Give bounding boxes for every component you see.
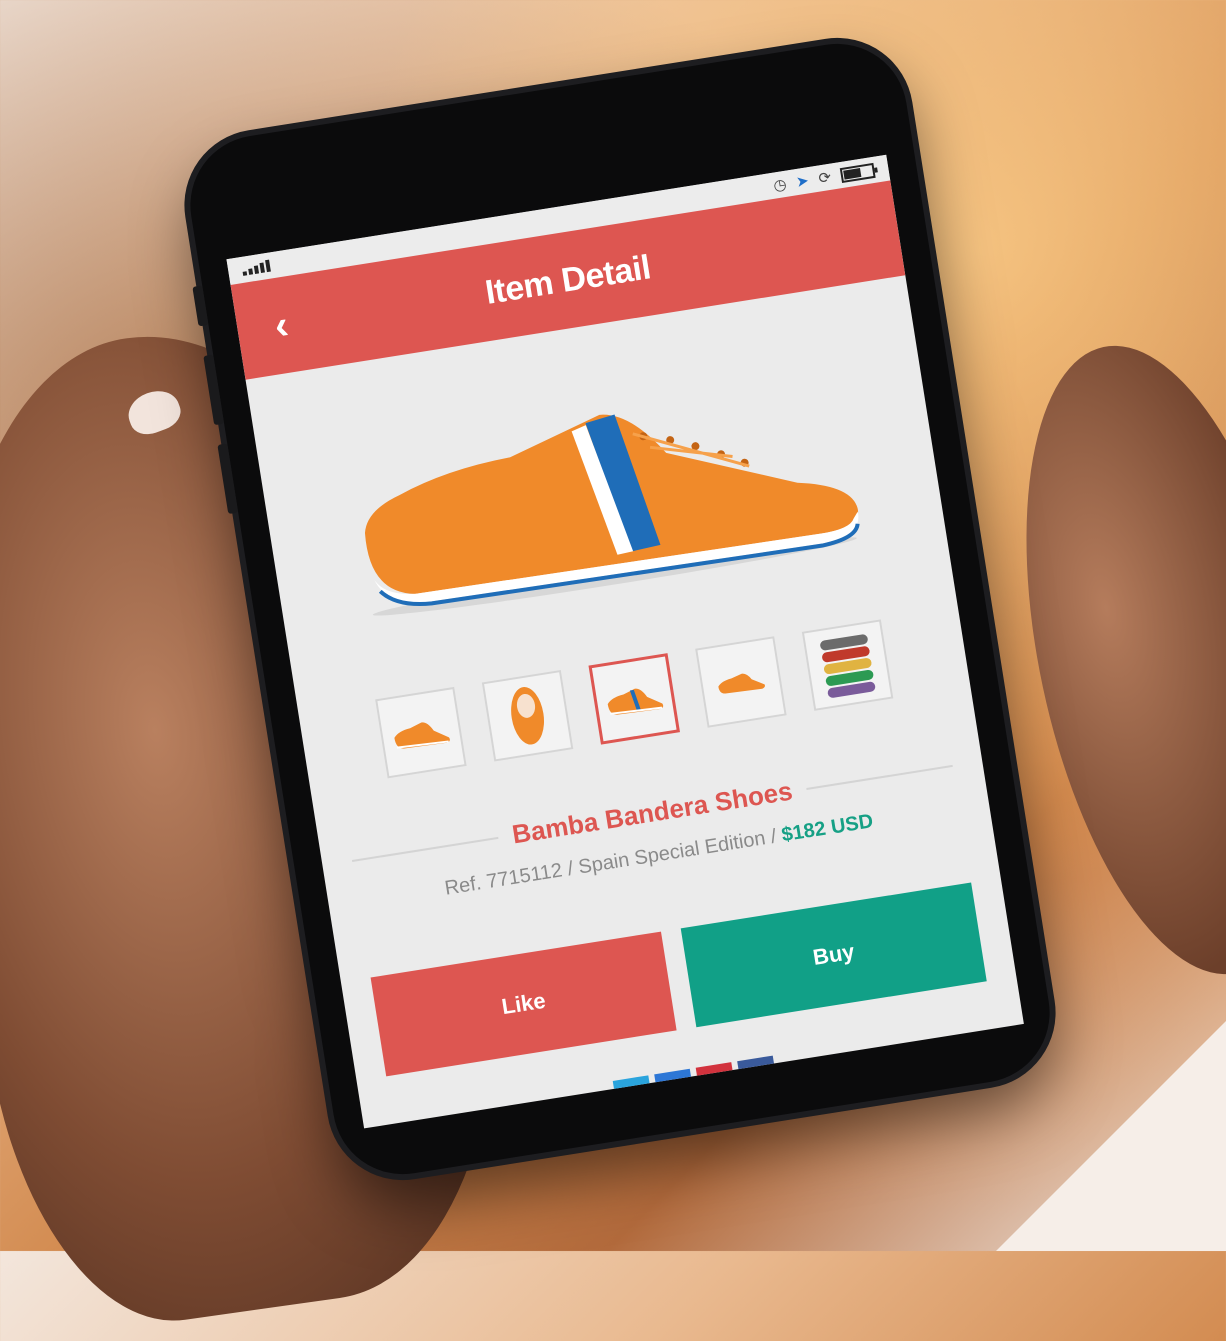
twitter-icon[interactable]: t xyxy=(612,1075,654,1117)
thumbnail-1[interactable] xyxy=(375,686,467,779)
like-button[interactable]: Like xyxy=(370,931,677,1077)
phone-screen: ◷ ➤ ⟳ ‹ Item Detail Bamba Bandera Shoes … xyxy=(226,154,1024,1129)
divider-left xyxy=(351,836,499,862)
action-buttons: Like Buy xyxy=(370,882,987,1077)
shoe-top-thumbnail xyxy=(511,687,545,745)
signal-icon xyxy=(241,259,271,276)
item-detail-content: Bamba Bandera Shoes Ref. 7715112 / Spain… xyxy=(246,275,1024,1128)
corner-decoration xyxy=(996,1021,1226,1251)
google-plus-icon[interactable]: g+ xyxy=(654,1068,696,1110)
shoe-side-thumbnail xyxy=(607,688,664,715)
shoe-image xyxy=(364,414,860,616)
battery-level-fill xyxy=(843,167,861,180)
location-arrow-icon: ➤ xyxy=(794,172,811,192)
battery-icon xyxy=(839,162,876,183)
facebook-icon[interactable]: f xyxy=(737,1055,779,1097)
pinterest-icon[interactable]: p xyxy=(695,1062,737,1104)
clock-icon: ◷ xyxy=(772,175,788,195)
chevron-left-icon: ‹ xyxy=(271,302,292,348)
divider-right xyxy=(805,764,953,790)
thumbnail-5[interactable] xyxy=(801,619,894,711)
buy-button[interactable]: Buy xyxy=(680,882,987,1028)
back-button[interactable]: ‹ xyxy=(256,300,306,350)
product-ref: Ref. 7715112 xyxy=(443,859,564,900)
product-price: $182 USD xyxy=(780,810,875,847)
rotation-lock-icon: ⟳ xyxy=(817,168,833,188)
thumbnail-4[interactable] xyxy=(695,636,787,728)
page-title: Item Detail xyxy=(482,247,653,312)
shoes-stack-thumbnail xyxy=(820,634,876,698)
thumbnail-2[interactable] xyxy=(481,670,574,762)
thumbnail-3-selected[interactable] xyxy=(588,653,681,745)
shoe-side-thumbnail xyxy=(394,722,450,749)
shoe-small-thumbnail xyxy=(718,673,765,694)
